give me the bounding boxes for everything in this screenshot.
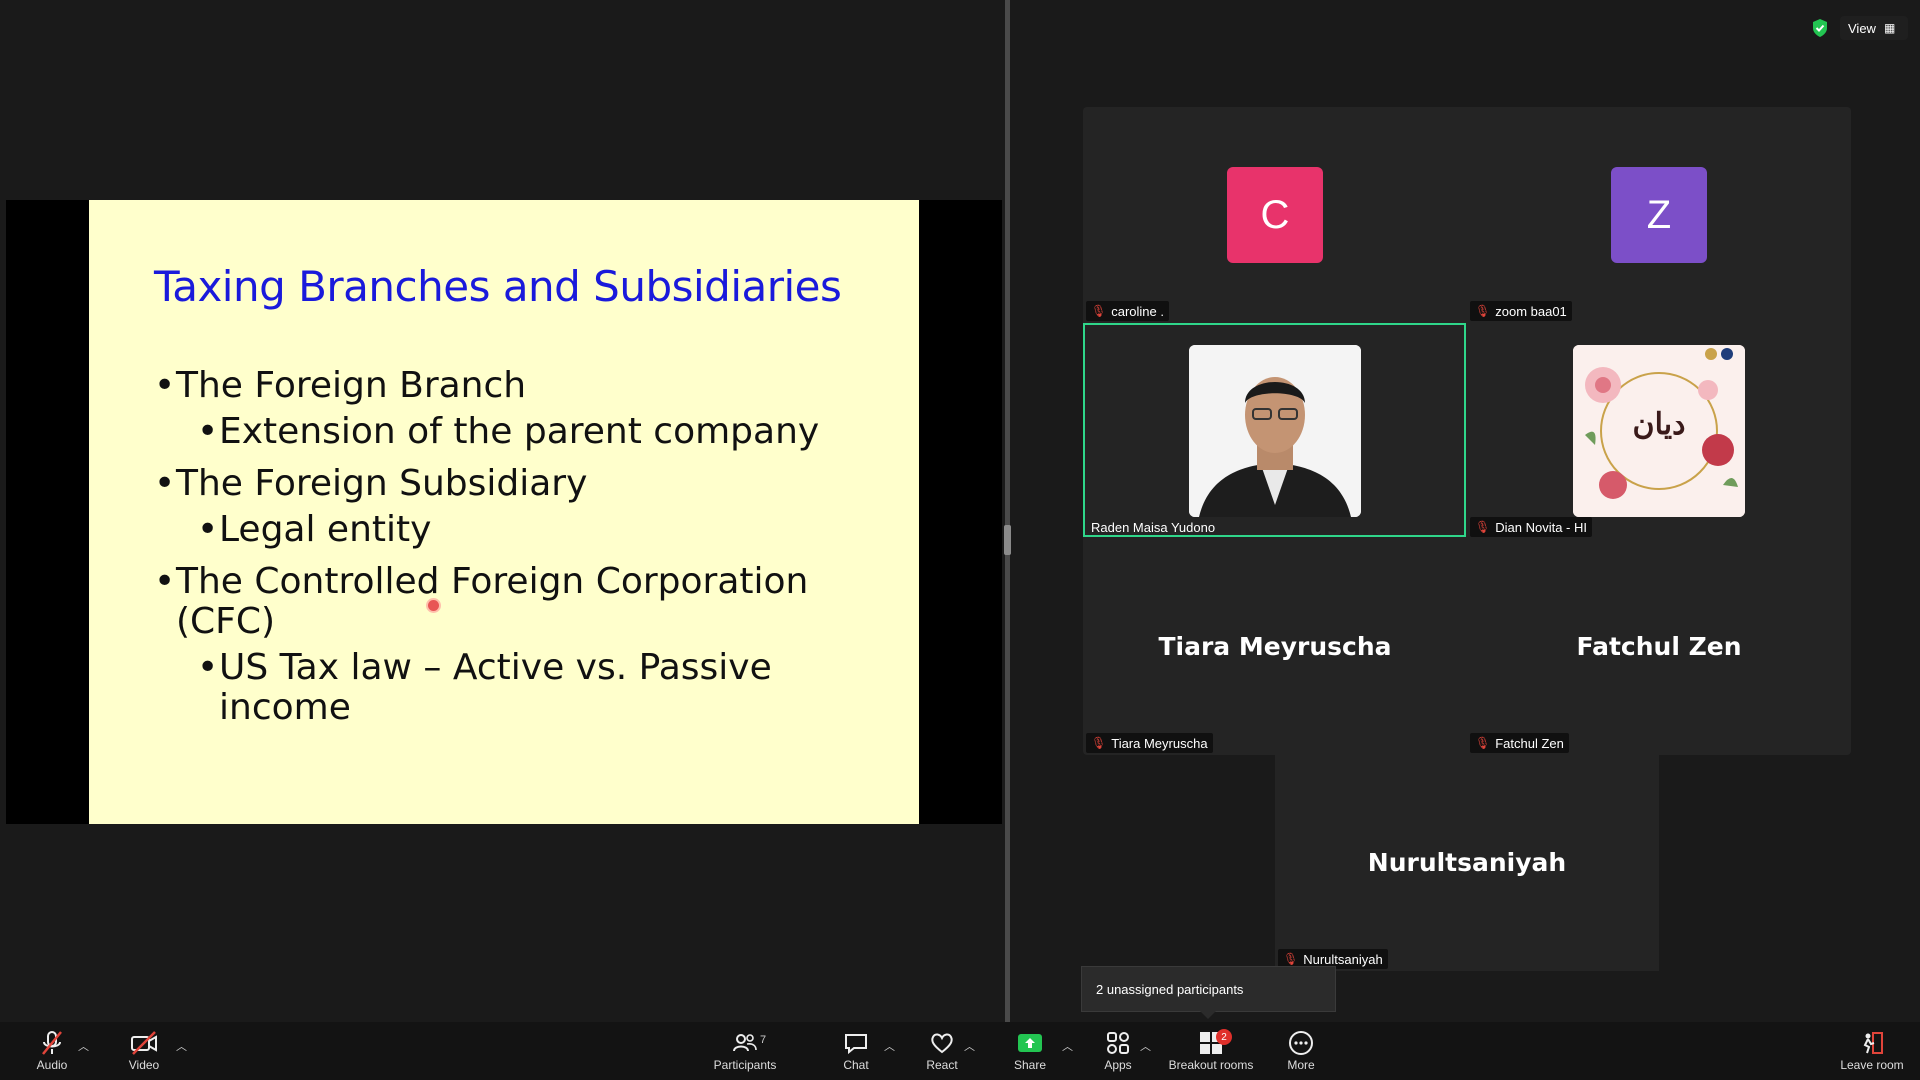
more-button[interactable]: More [1286, 1030, 1316, 1072]
apps-label: Apps [1104, 1058, 1132, 1072]
slide-bullet: •Extension of the parent company [197, 411, 820, 452]
shield-icon[interactable] [1810, 18, 1830, 38]
popup-tail [1200, 1011, 1216, 1019]
participant-display-name: Tiara Meyruscha [1158, 632, 1392, 661]
more-label: More [1287, 1058, 1315, 1072]
muted-mic-icon [40, 1030, 64, 1058]
video-button[interactable]: Video [122, 1030, 166, 1072]
video-label: Video [128, 1058, 160, 1072]
participants-button[interactable]: Participants [710, 1030, 780, 1072]
share-options-caret[interactable]: ︿ [1062, 1038, 1073, 1054]
chat-button[interactable]: Chat [838, 1030, 874, 1072]
react-options-caret[interactable]: ︿ [964, 1038, 975, 1054]
leave-room-label: Leave room [1840, 1058, 1904, 1072]
unassigned-participants-popup[interactable]: 2 unassigned participants [1081, 966, 1336, 1012]
view-label: View [1848, 20, 1876, 36]
participant-tile[interactable]: Tiara Meyruscha 🎙︎ Tiara Meyruscha [1083, 539, 1467, 755]
grid-view-icon: ▦ [1883, 21, 1896, 35]
avatar: C [1227, 167, 1323, 263]
leave-room-icon [1859, 1030, 1885, 1058]
heart-icon [929, 1030, 955, 1058]
participant-tile[interactable]: Z 🎙︎ zoom baa01 [1467, 107, 1851, 323]
participants-count: 7 [760, 1034, 767, 1046]
audio-options-caret[interactable]: ︿ [78, 1038, 89, 1054]
participant-display-name: Nurultsaniyah [1367, 848, 1567, 877]
participant-name-label: 🎙︎ caroline . [1086, 301, 1169, 321]
participant-name-label: 🎙︎ Fatchul Zen [1470, 733, 1569, 753]
participant-name-label: 🎙︎ Tiara Meyruscha [1086, 733, 1213, 753]
apps-button[interactable]: Apps [1100, 1030, 1136, 1072]
breakout-rooms-button[interactable]: Breakout rooms [1166, 1030, 1256, 1072]
participant-tile[interactable]: Fatchul Zen 🎙︎ Fatchul Zen [1467, 539, 1851, 755]
participant-tile[interactable]: ديان 🎙︎ Dian Novita - HI [1467, 323, 1851, 539]
audio-label: Audio [36, 1058, 68, 1072]
video-options-caret[interactable]: ︿ [176, 1038, 187, 1054]
chat-label: Chat [843, 1058, 869, 1072]
breakout-rooms-label: Breakout rooms [1168, 1058, 1254, 1072]
leave-room-button[interactable]: Leave room [1840, 1030, 1904, 1072]
participant-name-label: 🎙︎ Dian Novita - HI [1470, 517, 1592, 537]
react-button[interactable]: React [922, 1030, 962, 1072]
chat-icon [843, 1030, 869, 1058]
share-screen-icon [1016, 1030, 1044, 1058]
participant-display-name: Fatchul Zen [1576, 632, 1742, 661]
slide-bullet-continuation: (CFC) [176, 601, 276, 642]
apps-icon [1105, 1030, 1131, 1058]
slide-bullet-continuation: income [219, 687, 351, 728]
split-divider[interactable] [1005, 0, 1010, 1022]
participant-profile-image: ديان [1573, 345, 1745, 517]
slide-bullet: •The Foreign Subsidiary [154, 463, 588, 504]
muted-mic-icon: 🎙︎ [1283, 952, 1299, 966]
active-speaker-border [1083, 323, 1466, 537]
react-label: React [926, 1058, 958, 1072]
avatar: Z [1611, 167, 1707, 263]
participant-tile[interactable]: C 🎙︎ caroline . [1083, 107, 1467, 323]
video-off-icon [130, 1030, 158, 1058]
muted-mic-icon: 🎙︎ [1475, 736, 1491, 750]
slide-bullet: •Legal entity [197, 509, 432, 550]
muted-mic-icon: 🎙︎ [1091, 736, 1107, 750]
participant-name-label: 🎙︎ zoom baa01 [1470, 301, 1572, 321]
share-label: Share [1013, 1058, 1047, 1072]
divider-handle[interactable] [1004, 525, 1011, 555]
muted-mic-icon: 🎙︎ [1475, 520, 1491, 534]
apps-options-caret[interactable]: ︿ [1140, 1038, 1151, 1054]
slide-bullet: •The Foreign Branch [154, 365, 527, 406]
muted-mic-icon: 🎙︎ [1091, 304, 1107, 318]
presentation-slide: Taxing Branches and Subsidiaries •The Fo… [89, 200, 919, 824]
slide-bullet: •US Tax law – Active vs. Passive [197, 647, 772, 688]
view-button[interactable]: View ▦ [1840, 16, 1908, 40]
notification-badge: 2 [1216, 1029, 1232, 1045]
audio-button[interactable]: Audio [30, 1030, 74, 1072]
more-icon [1288, 1030, 1314, 1058]
chat-options-caret[interactable]: ︿ [884, 1038, 895, 1054]
profile-image-text: ديان [1632, 407, 1686, 442]
muted-mic-icon: 🎙︎ [1475, 304, 1491, 318]
slide-bullet: •The Controlled Foreign Corporation [154, 561, 809, 602]
unassigned-text: 2 unassigned participants [1096, 981, 1244, 997]
slide-title: Taxing Branches and Subsidiaries [154, 262, 842, 311]
share-button[interactable]: Share [1010, 1030, 1050, 1072]
laser-pointer [428, 600, 439, 611]
participant-tile[interactable]: Nurultsaniyah 🎙︎ Nurultsaniyah [1275, 755, 1659, 971]
participants-label: Participants [713, 1058, 777, 1072]
participants-icon [732, 1030, 758, 1058]
